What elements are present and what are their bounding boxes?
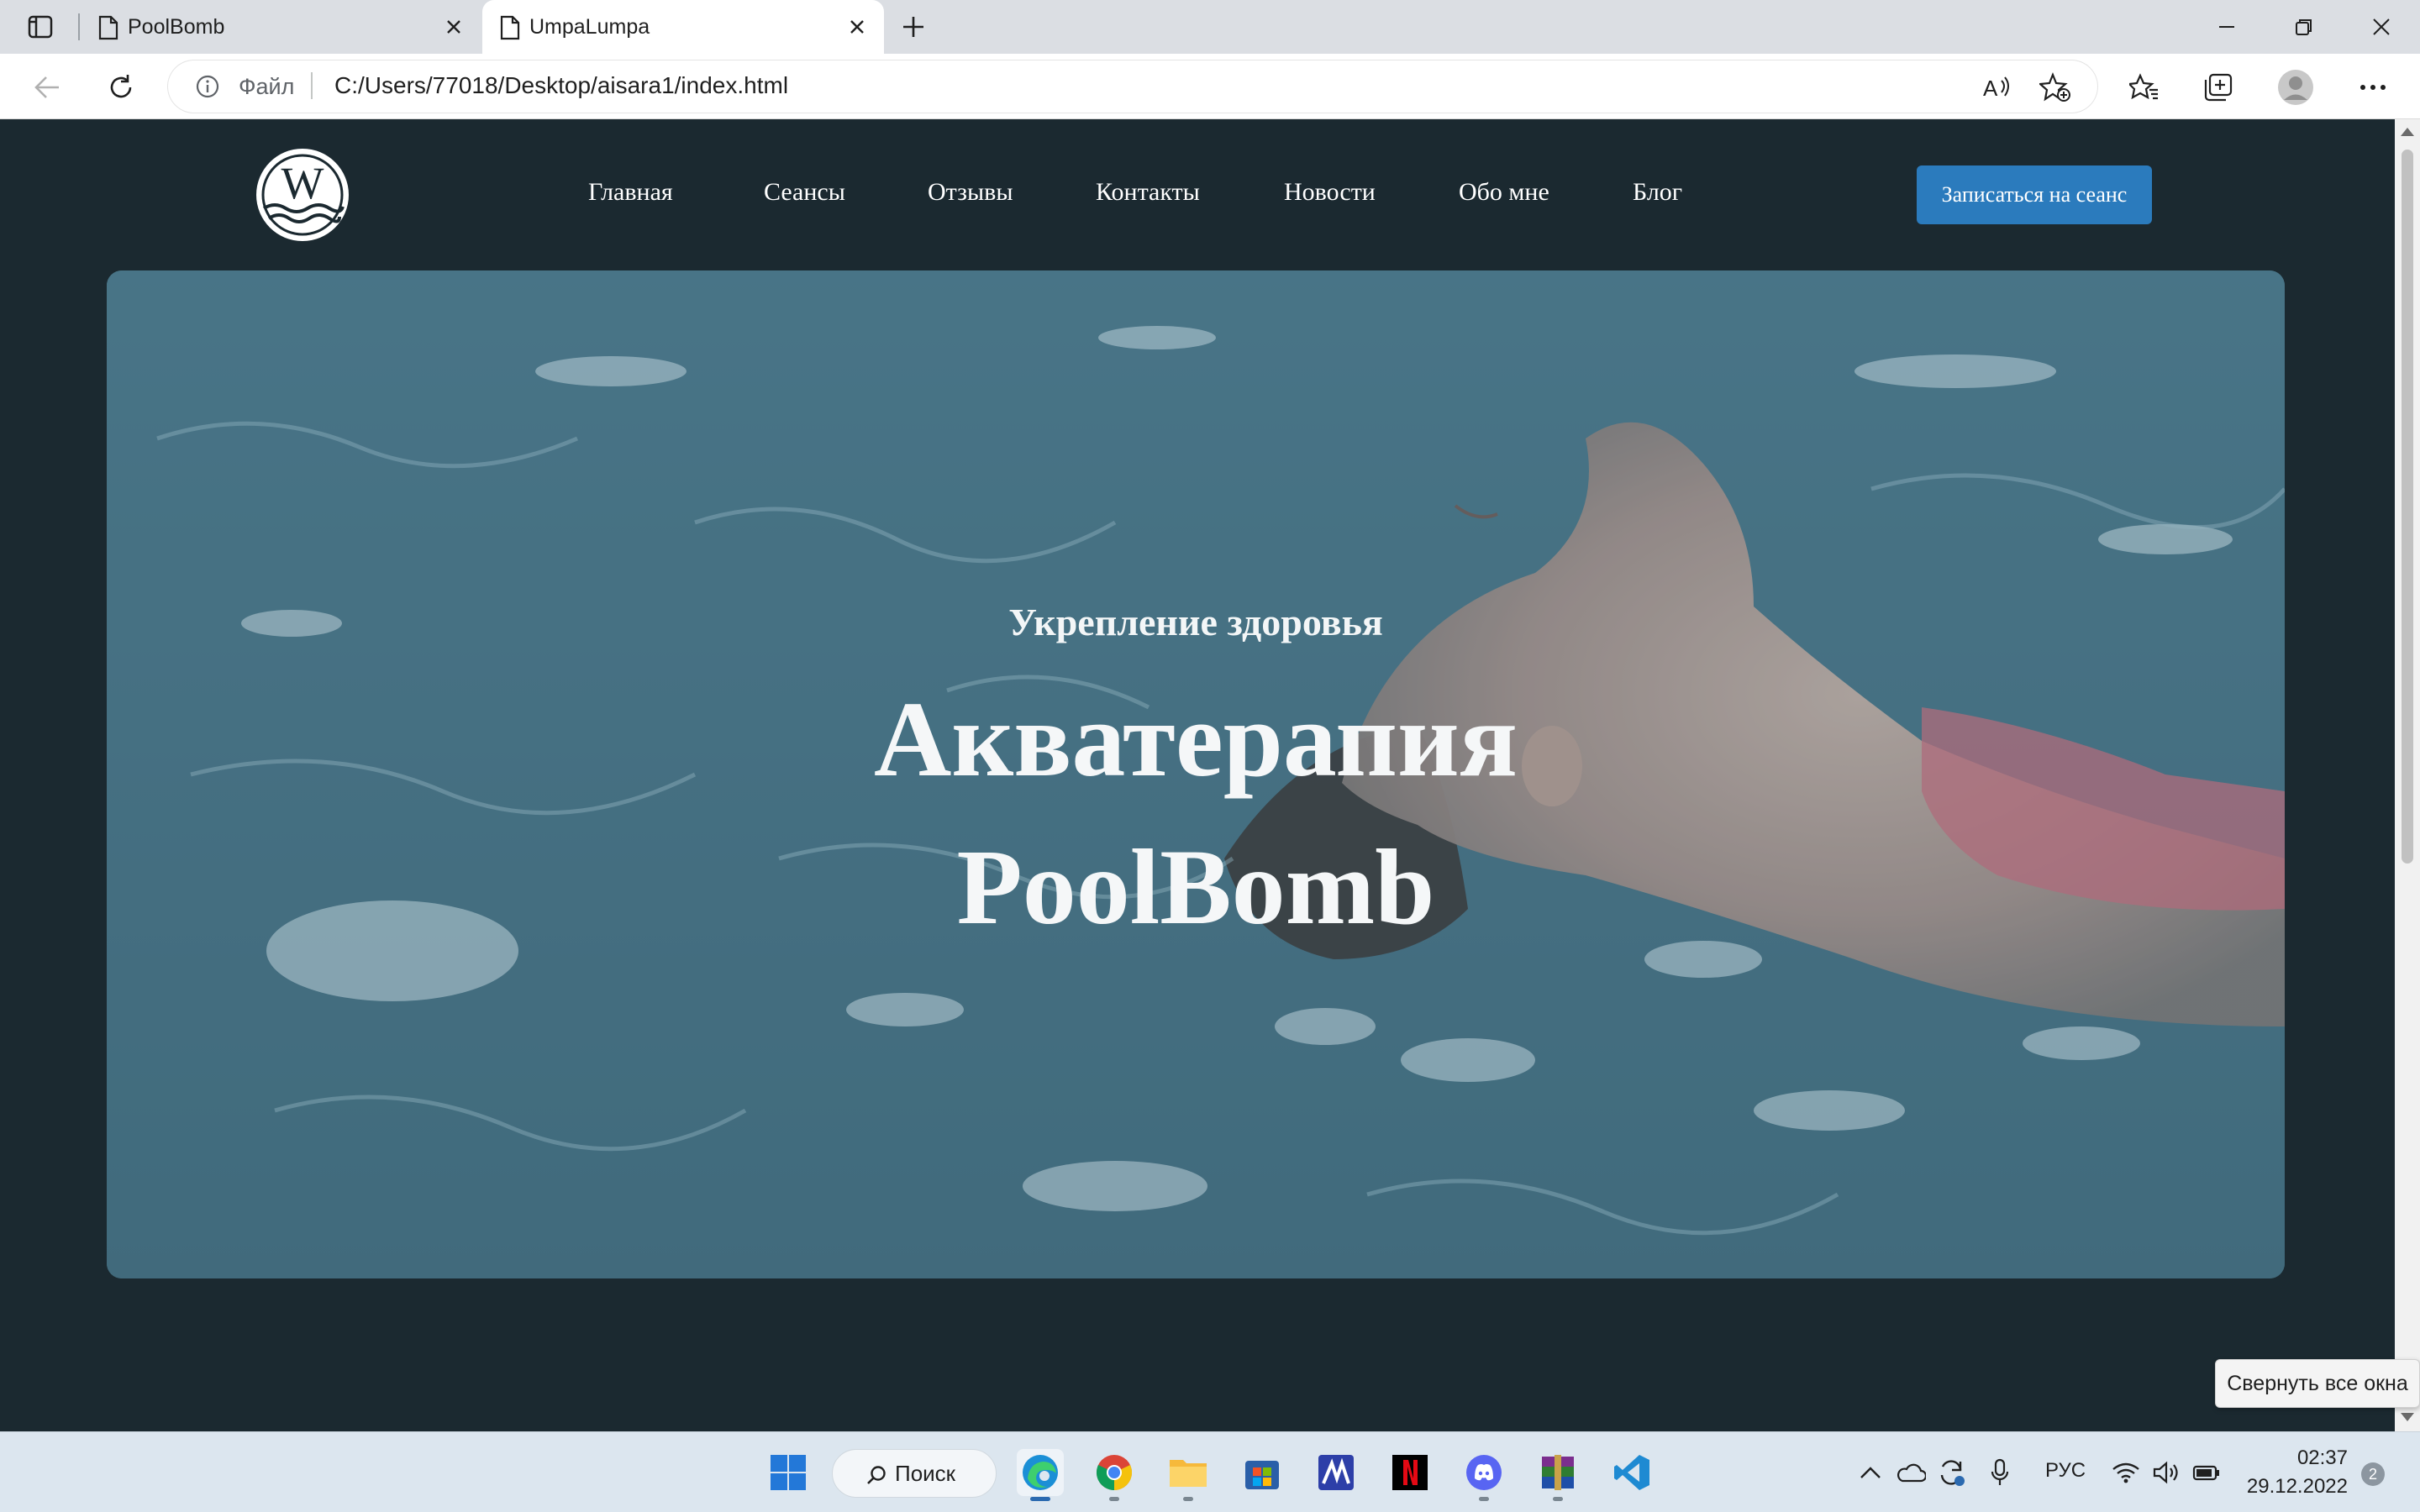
book-session-button[interactable]: Записаться на сеанс xyxy=(1917,165,2152,224)
volume-icon[interactable] xyxy=(2149,1456,2183,1489)
refresh-icon[interactable] xyxy=(99,66,143,109)
site-logo[interactable]: W xyxy=(252,144,353,245)
page-icon xyxy=(499,15,521,40)
sync-icon[interactable] xyxy=(1934,1456,1968,1489)
search-icon xyxy=(866,1465,886,1485)
nav-sessions[interactable]: Сеансы xyxy=(764,178,845,207)
discord-icon[interactable] xyxy=(1460,1449,1507,1501)
new-tab-icon[interactable] xyxy=(896,10,931,44)
tab-title: PoolBomb xyxy=(128,14,225,39)
browser-toolbar: Файл C:/Users/77018/Desktop/aisara1/inde… xyxy=(0,54,2420,119)
onedrive-icon[interactable] xyxy=(1894,1456,1928,1489)
page-viewport: W Главная Сеансы Отзывы Контакты Новости… xyxy=(0,119,2395,1431)
netflix-icon[interactable] xyxy=(1386,1449,1434,1496)
wifi-icon[interactable] xyxy=(2109,1456,2143,1489)
tab-title: UmpaLumpa xyxy=(529,14,650,39)
running-indicator xyxy=(1553,1497,1563,1501)
hero-title-line2: PoolBomb xyxy=(956,827,1435,947)
window-close-icon[interactable] xyxy=(2343,0,2420,54)
close-icon[interactable] xyxy=(845,15,869,39)
hero-banner: Укрепление здоровья Акватерапия PoolBomb xyxy=(107,270,2285,1278)
url-text[interactable]: C:/Users/77018/Desktop/aisara1/index.htm… xyxy=(334,72,788,99)
back-icon[interactable] xyxy=(25,66,69,109)
scroll-down-icon[interactable] xyxy=(2401,1413,2414,1421)
add-favorite-icon[interactable] xyxy=(2039,71,2072,104)
collections-icon[interactable] xyxy=(2196,66,2240,109)
more-icon[interactable] xyxy=(2351,66,2395,109)
nav-reviews[interactable]: Отзывы xyxy=(928,178,1013,207)
vscode-icon[interactable] xyxy=(1608,1449,1655,1496)
file-explorer-icon[interactable] xyxy=(1165,1449,1212,1501)
tab-umpalumpa[interactable]: UmpaLumpa xyxy=(482,0,884,54)
show-hidden-icons-icon[interactable] xyxy=(1854,1456,1887,1489)
profile-icon[interactable] xyxy=(2274,66,2317,109)
tab-actions-icon[interactable] xyxy=(20,10,60,44)
nav-home[interactable]: Главная xyxy=(588,178,673,207)
clock-time: 02:37 xyxy=(2296,1446,2348,1469)
minimize-icon[interactable] xyxy=(2188,0,2265,54)
info-icon[interactable] xyxy=(195,74,220,99)
tab-strip: PoolBomb UmpaLumpa xyxy=(0,0,2420,54)
address-separator xyxy=(311,72,313,99)
windows-start-icon[interactable] xyxy=(765,1449,812,1496)
active-indicator xyxy=(1030,1497,1050,1501)
microsoft-store-icon[interactable] xyxy=(1239,1449,1286,1496)
running-indicator xyxy=(1183,1497,1193,1501)
keyboard-language[interactable]: РУС xyxy=(2045,1459,2086,1483)
battery-icon[interactable] xyxy=(2190,1456,2223,1489)
security-label: Файл xyxy=(239,74,295,99)
running-indicator xyxy=(1479,1497,1489,1501)
svg-text:W: W xyxy=(281,158,324,208)
search-label: Поиск xyxy=(895,1460,956,1486)
notification-badge[interactable]: 2 xyxy=(2361,1462,2385,1486)
hero-title-line1: Акватерапия xyxy=(874,680,1518,799)
tab-poolbomb[interactable]: PoolBomb xyxy=(81,0,481,54)
microphone-icon[interactable] xyxy=(1983,1456,2017,1489)
taskbar-search[interactable]: Поиск xyxy=(832,1449,997,1498)
tab-separator xyxy=(78,13,80,40)
mathcad-icon[interactable] xyxy=(1313,1449,1360,1496)
running-indicator xyxy=(1109,1497,1119,1501)
nav-contacts[interactable]: Контакты xyxy=(1096,178,1200,207)
read-aloud-icon[interactable]: A xyxy=(1980,71,2013,104)
page-scrollbar[interactable] xyxy=(2395,119,2420,1431)
scroll-up-icon[interactable] xyxy=(2401,128,2414,136)
nav-blog[interactable]: Блог xyxy=(1633,178,1682,207)
address-bar[interactable]: Файл C:/Users/77018/Desktop/aisara1/inde… xyxy=(168,60,2097,113)
clock-date: 29.12.2022 xyxy=(2246,1475,2348,1498)
edge-icon[interactable] xyxy=(1017,1449,1064,1501)
restore-icon[interactable] xyxy=(2265,0,2343,54)
chrome-icon[interactable] xyxy=(1091,1449,1138,1501)
scrollbar-thumb[interactable] xyxy=(2402,150,2413,864)
page-icon xyxy=(97,15,119,40)
nav-about[interactable]: Обо мне xyxy=(1459,178,1549,207)
taskbar: Поиск РУС 02:37 29.12.2022 2 xyxy=(0,1431,2420,1512)
hero-subtitle: Укрепление здоровья xyxy=(1008,601,1383,643)
winrar-icon[interactable] xyxy=(1534,1449,1581,1501)
favorites-icon[interactable] xyxy=(2123,66,2166,109)
clock[interactable]: 02:37 29.12.2022 xyxy=(2238,1444,2348,1501)
hero-title: Акватерапия PoolBomb xyxy=(107,665,2285,961)
nav-news[interactable]: Новости xyxy=(1284,178,1376,207)
close-icon[interactable] xyxy=(442,15,466,39)
show-desktop-tooltip: Свернуть все окна xyxy=(2215,1359,2420,1408)
svg-text:A: A xyxy=(1983,76,1998,101)
